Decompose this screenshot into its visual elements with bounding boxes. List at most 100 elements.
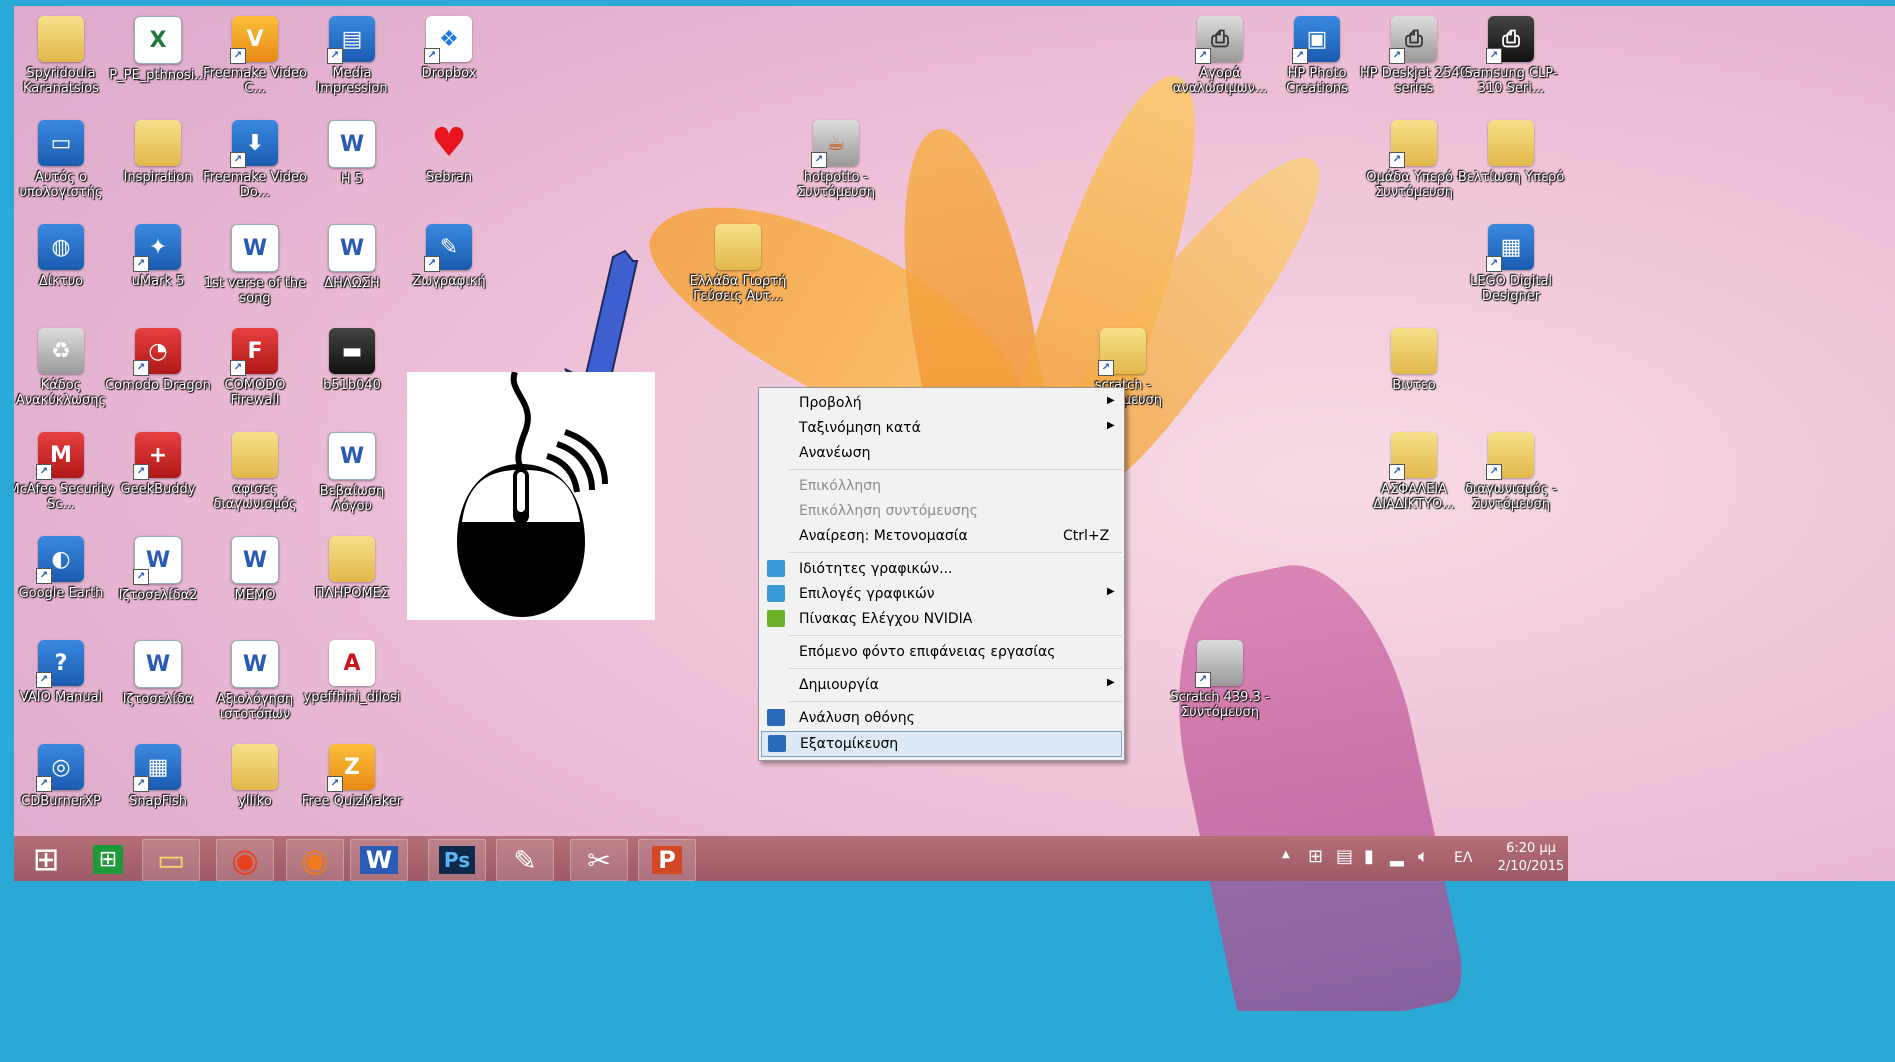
desktop-icon[interactable]: ⎙ ↗ HP Deskjet 2540 series [1360, 14, 1468, 96]
freemake-downloader-icon: ⬇ ↗ [230, 120, 278, 168]
desktop-icon[interactable]: ◍ Δίκτυο [14, 222, 115, 289]
desktop-icon[interactable]: W ΔΗΛΩΣΗ [298, 222, 406, 291]
menu-item-paste-shortcut[interactable]: Επικόλληση συντόμευσης [761, 499, 1122, 523]
taskbar-app-word[interactable]: W [350, 839, 408, 881]
menu-separator [789, 701, 1122, 702]
submenu-arrow-icon: ▶ [1107, 420, 1115, 431]
desktop-icon[interactable]: M ↗ McAfee Security Sc... [14, 430, 115, 512]
desktop-icon[interactable]: ❖ ↗ Dropbox [395, 14, 503, 81]
menu-item-personalize[interactable]: Εξατομίκευση [761, 731, 1122, 757]
computer-icon: ▭ [38, 120, 84, 166]
menu-item-screen-resolution[interactable]: Ανάλυση οθόνης [761, 706, 1122, 730]
desktop-icon[interactable]: ◐ ↗ Google Earth [14, 534, 115, 601]
desktop-icon[interactable]: αφισες διαγωνισμός [201, 430, 309, 512]
desktop-icon[interactable]: ↗ Ομάδα Υπερό - Συντόμευση [1360, 118, 1468, 200]
desktop-icon[interactable]: Βιντεο [1360, 326, 1468, 393]
quizmaker-icon: Z ↗ [327, 744, 375, 792]
menu-item-undo-rename[interactable]: Αναίρεση: Μετονομασία Ctrl+Z [761, 524, 1122, 548]
menu-item-new[interactable]: Δημιουργία ▶ [761, 673, 1122, 697]
desktop-icon[interactable]: ◔ ↗ Comodo Dragon [104, 326, 212, 393]
desktop-icon[interactable]: ↗ ΑΣΦΑΛΕΙΑ ΔΙΑΔΙΚΤΥΟ... [1360, 430, 1468, 512]
word-file-icon: W [231, 536, 279, 584]
tray-overflow-chevron[interactable]: ▲ [1282, 849, 1290, 894]
menu-item-view[interactable]: Προβολή ▶ [761, 391, 1122, 415]
desktop-icon[interactable]: ⎙ ↗ Samsung CLP-310 Seri... [1457, 14, 1565, 96]
store-icon: ⊞ [92, 844, 124, 874]
desktop-icon[interactable]: W Ιζτοσελίδα [104, 638, 212, 707]
taskbar-app-paint[interactable]: ✎ [496, 839, 554, 881]
recycle-bin-icon: ♻ [38, 328, 84, 374]
desktop-icon[interactable]: W Αξιολόγηση ιστοτόπων [201, 638, 309, 722]
wallpaper-stem [1148, 547, 1470, 1011]
desktop-icon[interactable]: Aypeffhini_dilosi [298, 638, 406, 705]
desktop-icon[interactable]: Ελλάδα Γιορτή Γεύσεις Αυτ... [684, 222, 792, 304]
desktop-icon[interactable]: W Βεβαίωση Λόγου [298, 430, 406, 514]
desktop-icon[interactable]: F ↗ COMODO Firewall [201, 326, 309, 408]
menu-item-refresh[interactable]: Ανανέωση [761, 441, 1122, 465]
keyboard-icon[interactable]: ▤ [1336, 846, 1353, 891]
desktop-icon[interactable]: ylliko [201, 742, 309, 809]
geekbuddy-icon: + ↗ [133, 432, 181, 480]
taskbar-app-photoshop[interactable]: Ps [428, 839, 486, 881]
desktop-icon[interactable]: ▭ Αυτός ο υπολογιστής [14, 118, 115, 200]
desktop-icon[interactable]: ? ↗ VAIO Manual [14, 638, 115, 705]
desktop-icon[interactable]: ⎙ ↗ Αγορά αναλώσιμων... [1166, 14, 1274, 96]
desktop-icon[interactable]: W ↗ Ιζτοσελίδα2 [104, 534, 212, 603]
menu-item-graphics-options[interactable]: Επιλογές γραφικών ▶ [761, 582, 1122, 606]
desktop-icon[interactable]: ▬ b51b040 [298, 326, 406, 393]
desktop-icon[interactable]: ▦ ↗ LEGO Digital Designer [1457, 222, 1565, 304]
desktop-icon[interactable]: X P_PE_pthnosi... [104, 14, 212, 83]
battery-icon[interactable]: ▮ [1364, 846, 1374, 891]
taskbar-app-chrome[interactable]: ◉ [216, 839, 274, 881]
nvidia-icon [767, 610, 785, 627]
desktop-icon[interactable]: WH 5 [298, 118, 406, 187]
folder-icon [329, 536, 375, 582]
start-button[interactable]: ⊞ [18, 839, 74, 879]
desktop-icon[interactable]: ▣ ↗ HP Photo Creations [1263, 14, 1371, 96]
desktop-icon[interactable]: ♻ Κάδος Ανακύκλωσης [14, 326, 115, 408]
word-file-icon: W ↗ [133, 536, 182, 585]
desktop-icon[interactable]: ♥ Sebran [395, 118, 503, 185]
desktop-icon[interactable]: ◎ ↗ CDBurnerXP [14, 742, 115, 809]
desktop-icon[interactable]: ↗ διαγωνισμός - Συντόμευση [1457, 430, 1565, 512]
menu-item-sort-by[interactable]: Ταξινόμηση κατά ▶ [761, 416, 1122, 440]
menu-item-paste[interactable]: Επικόλληση [761, 474, 1122, 498]
desktop-icon[interactable]: Spyridoula Karanatsios [14, 14, 115, 96]
desktop-icon[interactable]: ΠΛΗΡΟΜΕΣ [298, 534, 406, 601]
desktop-icon[interactable]: W MEMO [201, 534, 309, 603]
desktop-icon[interactable]: ▦ ↗ SnapFish [104, 742, 212, 809]
action-center-icon[interactable]: ⊞ [1308, 846, 1323, 891]
desktop-icon[interactable]: Βελτίωση Υπερό [1457, 118, 1565, 185]
menu-item-next-background[interactable]: Επόμενο φόντο επιφάνειας εργασίας [761, 640, 1122, 664]
input-language[interactable]: ΕΛ [1454, 850, 1472, 895]
folder-icon: ↗ [1098, 328, 1146, 376]
desktop-icon[interactable]: W 1st verse of the song [201, 222, 309, 306]
taskbar-app-firefox[interactable]: ◉ [286, 839, 344, 881]
desktop-icon[interactable]: ✎ ↗ Ζωγραφική [395, 222, 503, 289]
taskbar-app-file-explorer[interactable]: ▭ [142, 839, 200, 881]
desktop-icon[interactable]: Z ↗ Free QuizMaker [298, 742, 406, 809]
submenu-arrow-icon: ▶ [1107, 395, 1115, 406]
menu-item-nvidia-control-panel[interactable]: Πίνακας Ελέγχου NVIDIA [761, 607, 1122, 631]
desktop-icon[interactable]: ▤ ↗ Media Impression [298, 14, 406, 96]
desktop-icon[interactable]: ☕ ↗ hotpotto - Συντόμευση [782, 118, 890, 200]
network-signal-icon[interactable]: ▂ [1390, 846, 1404, 891]
menu-item-graphics-properties[interactable]: Ιδιότητες γραφικών... [761, 557, 1122, 581]
folder-icon [232, 432, 278, 478]
clock[interactable]: 6:20 μμ 2/10/2015 [1496, 840, 1566, 876]
comodo-firewall-icon: F ↗ [230, 328, 278, 376]
desktop-icon[interactable]: + ↗ GeekBuddy [104, 430, 212, 497]
printer-icon: ⎙ ↗ [1389, 16, 1437, 64]
taskbar-app-snipping-tool[interactable]: ✂ [570, 839, 628, 881]
desktop-icon[interactable]: ↗ Scratch 439.3 - Συντόμευση [1166, 638, 1274, 720]
volume-icon[interactable]: 🔈︎ [1418, 846, 1429, 891]
network-icon: ◍ [38, 224, 84, 270]
desktop-icon[interactable]: V ↗ Freemake Video C... [201, 14, 309, 96]
desktop-icon[interactable]: ✦ ↗ uMark 5 [104, 222, 212, 289]
mouse-right-click-icon [457, 370, 608, 617]
desktop-icon[interactable]: ⬇ ↗ Freemake Video Do... [201, 118, 309, 200]
taskbar-app-powerpoint[interactable]: P [638, 839, 696, 881]
vaio-manual-icon: ? ↗ [36, 640, 84, 688]
taskbar-app-store[interactable]: ⊞ [80, 839, 136, 879]
desktop-icon[interactable]: Inspiration [104, 118, 212, 185]
